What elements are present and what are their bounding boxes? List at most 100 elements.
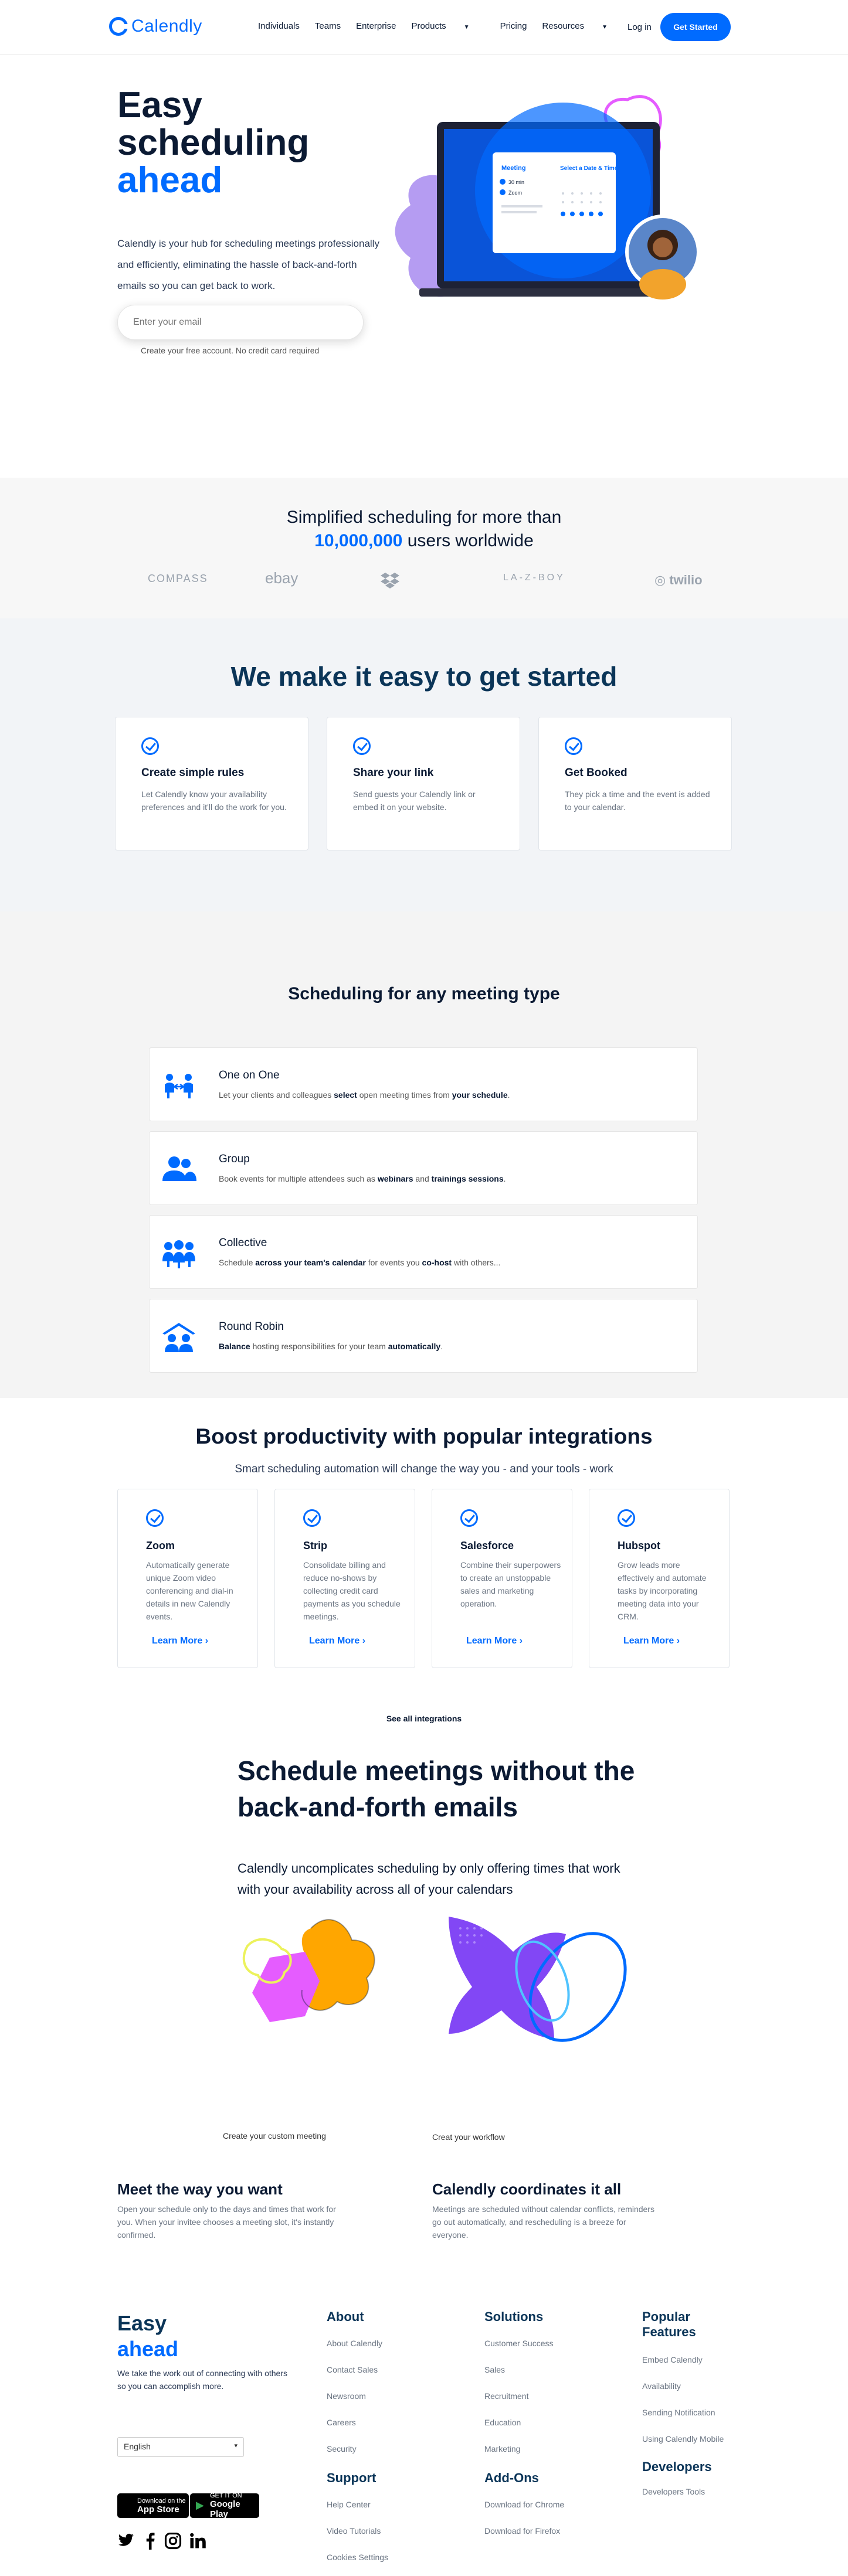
learn-more-link[interactable]: Learn More › — [152, 1636, 208, 1646]
see-all-integrations-link[interactable]: See all integrations — [0, 1714, 848, 1723]
step-card: Create simple rules Let Calendly know yo… — [115, 717, 308, 850]
integration-title: Zoom — [146, 1540, 175, 1551]
footer-link[interactable]: Security — [327, 2444, 357, 2454]
footer-link[interactable]: Availability — [642, 2381, 681, 2391]
nav-resources[interactable]: Resources ▼ — [542, 21, 623, 31]
hero-title-line-3: ahead — [117, 160, 223, 200]
footer-brand-line-1: Easy — [117, 2311, 167, 2335]
footer-link[interactable]: Careers — [327, 2418, 356, 2427]
footer-link[interactable]: Embed Calendly — [642, 2355, 703, 2364]
footer-link[interactable]: Help Center — [327, 2500, 371, 2509]
pink-hexagon-icon — [252, 1952, 320, 2022]
check-circle-icon — [565, 737, 582, 755]
step-card: Get Booked They pick a time and the even… — [538, 717, 732, 850]
footer: Easy ahead We take the work out of conne… — [0, 2286, 848, 2576]
feature-title: Calendly coordinates it all — [432, 2180, 622, 2198]
integration-description: Consolidate billing and reduce no-shows … — [303, 1560, 401, 1621]
step-title: Create simple rules — [141, 767, 245, 779]
linkedin-icon[interactable] — [189, 2532, 206, 2550]
check-circle-icon — [141, 737, 159, 755]
footer-link[interactable]: Marketing — [484, 2444, 520, 2454]
nav-teams[interactable]: Teams — [315, 21, 341, 31]
check-circle-icon — [618, 1509, 635, 1527]
language-select[interactable]: English ▾ — [117, 2437, 244, 2457]
calendly-logo-icon — [109, 17, 128, 36]
footer-link[interactable]: Customer Success — [484, 2339, 553, 2348]
hero-title-line-2: scheduling — [117, 122, 310, 163]
get-started-button[interactable]: Get Started — [660, 13, 731, 41]
nav-products[interactable]: Products ▼ — [411, 21, 484, 31]
meeting-types-section: Scheduling for any meeting type One on O… — [0, 911, 848, 1398]
footer-link[interactable]: Developers Tools — [642, 2487, 705, 2496]
footer-link[interactable]: Sending Notification — [642, 2408, 715, 2417]
calendly-logo[interactable]: Calendly — [109, 16, 202, 36]
nav-pricing[interactable]: Pricing — [500, 21, 527, 31]
meeting-type-card[interactable]: Collective Schedule across your team's c… — [149, 1215, 698, 1289]
schedule-title: Schedule meetings without the back-and-f… — [238, 1755, 635, 1822]
meeting-type-card[interactable]: Round Robin Balance hosting responsibili… — [149, 1299, 698, 1373]
language-value: English — [124, 2442, 151, 2451]
integration-description: Grow leads more effectively and automate… — [618, 1560, 707, 1621]
learn-more-link[interactable]: Learn More › — [309, 1636, 365, 1646]
instagram-icon[interactable] — [164, 2532, 182, 2550]
hero-illustration: Meeting Select a Date & Time 30 min Zoom — [395, 95, 700, 300]
lazboy-logo: LA-Z-BOY — [503, 573, 565, 583]
main-menu: Individuals Teams Enterprise Products ▼ P… — [258, 21, 638, 31]
integration-card: Zoom Automatically generate unique Zoom … — [117, 1489, 258, 1668]
step-description: Send guests your Calendly link or embed … — [353, 790, 476, 812]
feature-title: Meet the way you want — [117, 2180, 283, 2198]
learn-more-link[interactable]: Learn More › — [466, 1636, 523, 1646]
caption-workflow: Creat your workflow — [432, 2132, 505, 2142]
facebook-icon[interactable] — [144, 2532, 156, 2550]
step-title: Share your link — [353, 767, 434, 779]
meeting-type-card[interactable]: Group Book events for multiple attendees… — [149, 1131, 698, 1205]
app-store-badge[interactable]: Download on the App Store — [117, 2493, 189, 2518]
meeting-types-title: Scheduling for any meeting type — [288, 984, 560, 1003]
footer-link[interactable]: About Calendly — [327, 2339, 382, 2348]
app-store-label: App Store — [137, 2504, 179, 2514]
footer-heading-line-1: Popular — [642, 2309, 690, 2324]
step-description: They pick a time and the event is added … — [565, 790, 710, 812]
footer-brand-line-2: ahead — [117, 2337, 179, 2361]
footer-heading: About — [327, 2309, 364, 2324]
footer-link[interactable]: Download for Chrome — [484, 2500, 564, 2509]
footer-link[interactable]: Cookies Settings — [327, 2553, 388, 2562]
footer-link[interactable]: Contact Sales — [327, 2365, 378, 2374]
logo-text: Calendly — [131, 16, 202, 36]
meeting-type-title: Round Robin — [219, 1321, 284, 1333]
login-link[interactable]: Log in — [627, 22, 652, 32]
mock-meeting-label: Meeting — [501, 165, 526, 172]
chevron-down-icon: ▼ — [463, 24, 470, 30]
mock-duration: 30 min — [508, 179, 524, 185]
clock-icon — [500, 179, 506, 185]
twitter-icon[interactable] — [117, 2532, 135, 2548]
hero-title-line-1: Easy — [117, 85, 202, 125]
nav-individuals[interactable]: Individuals — [258, 21, 300, 31]
footer-link[interactable]: Recruitment — [484, 2391, 528, 2401]
footer-link[interactable]: Newsroom — [327, 2391, 366, 2401]
integrations-subtitle: Smart scheduling automation will change … — [235, 1463, 613, 1475]
group-icon — [162, 1156, 196, 1181]
get-started-title: We make it easy to get started — [230, 661, 618, 692]
email-signup-box[interactable] — [117, 305, 364, 340]
learn-more-link[interactable]: Learn More › — [623, 1636, 680, 1646]
nav-enterprise[interactable]: Enterprise — [356, 21, 396, 31]
meeting-type-card[interactable]: One on One Let your clients and colleagu… — [149, 1047, 698, 1121]
footer-link[interactable]: Education — [484, 2418, 521, 2427]
integration-card: Salesforce Combine their superpowers to … — [432, 1489, 572, 1668]
dropbox-logo-icon — [381, 573, 399, 588]
integration-card: Hubspot Grow leads more effectively and … — [589, 1489, 730, 1668]
footer-link[interactable]: Using Calendly Mobile — [642, 2434, 724, 2444]
footer-heading-line-2: Features — [642, 2325, 696, 2339]
google-play-badge[interactable]: ▶ GET IT ON Google Play — [190, 2492, 259, 2519]
footer-link[interactable]: Download for Firefox — [484, 2526, 560, 2536]
email-input[interactable] — [133, 317, 333, 328]
integration-title: Strip — [303, 1540, 328, 1551]
location-pin-icon — [500, 189, 506, 195]
footer-heading: Popular Features — [642, 2309, 696, 2340]
footer-description: We take the work out of connecting with … — [117, 2369, 288, 2391]
user-count: 10,000,000 — [314, 531, 403, 550]
meeting-type-description: Schedule across your team's calendar for… — [219, 1258, 501, 1267]
footer-link[interactable]: Video Tutorials — [327, 2526, 381, 2536]
footer-link[interactable]: Sales — [484, 2365, 505, 2374]
